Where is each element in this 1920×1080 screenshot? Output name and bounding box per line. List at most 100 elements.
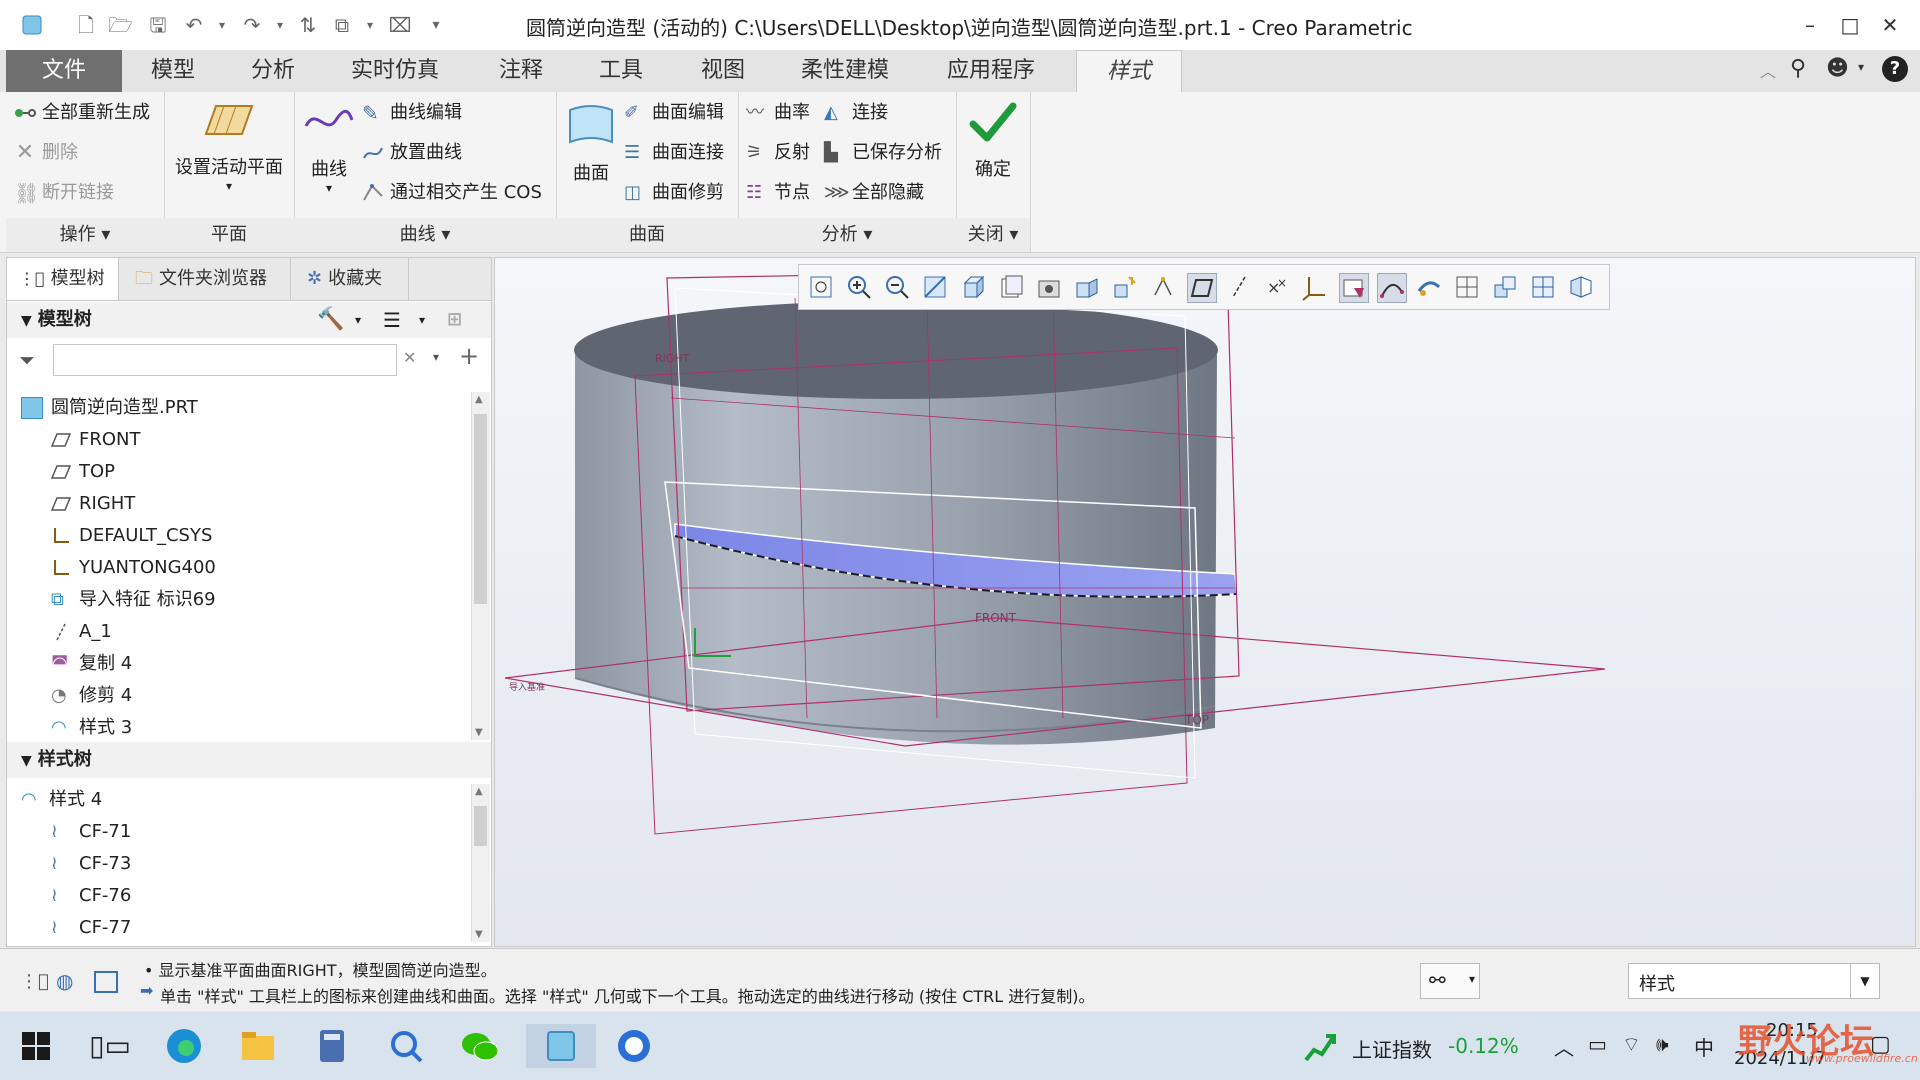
tree-item-yuantong[interactable]: YUANTONG400 [51,553,216,583]
tab-favorites[interactable]: ✲ 收藏夹 [293,258,409,300]
style-tree-scrollbar[interactable]: ▲ ▼ [471,784,490,942]
shade-display-icon[interactable] [1415,273,1443,301]
repaint-icon[interactable] [921,273,949,301]
tree-item-default-csys[interactable]: DEFAULT_CSYS [51,521,212,551]
navigator-toggle-icon[interactable]: ⋮⃞ [20,971,49,992]
zoom-in-icon[interactable] [845,273,873,301]
customize-toolbar-icon[interactable]: ▾ [424,13,448,37]
curve-display-icon[interactable] [1377,273,1407,303]
minimize-button[interactable]: – [1790,10,1830,40]
creo-taskbar-icon[interactable] [526,1024,596,1068]
task-view-icon[interactable]: ▯▭ [88,1024,132,1068]
tree-item-front[interactable]: FRONT [50,425,141,455]
curve-edit-button[interactable]: ✎ 曲线编辑 [362,98,462,128]
notification-icon[interactable]: ▢ [1870,1032,1891,1057]
graphics-window[interactable]: RIGHT FRONT TOP 导入基准 [494,257,1916,947]
undo-icon[interactable]: ↶ [182,13,206,37]
section-view-icon[interactable] [1567,273,1595,301]
stock-name[interactable]: 上证指数 [1352,1034,1432,1063]
csys-display-icon[interactable] [1301,273,1329,301]
view-manager-icon[interactable] [1035,273,1063,301]
datum-display-icon[interactable] [1149,273,1177,301]
help-icon[interactable]: ? [1882,56,1908,82]
new-file-icon[interactable]: 🗋 [74,13,98,37]
collapse-icon[interactable]: ▼ [21,753,32,769]
show-hidden-icons-icon[interactable]: ︿ [1554,1032,1574,1061]
tree-settings-dropdown-icon[interactable]: ▾ [355,302,361,338]
battery-icon[interactable]: ▭ [1588,1032,1607,1056]
wifi-icon[interactable]: ⌔ [1622,1032,1641,1057]
display-style-icon[interactable] [959,273,987,301]
maximize-button[interactable]: □ [1830,10,1870,40]
open-file-icon[interactable]: 🗁 [108,13,133,37]
tree-search-input[interactable] [53,344,397,376]
tree-item-cf77[interactable]: ≀ CF-77 [51,913,131,943]
surface-edit-button[interactable]: ✐ 曲面编辑 [624,98,724,128]
tab-annotate[interactable]: 注释 [478,50,564,92]
search-app-icon[interactable] [384,1024,428,1068]
tree-item-style4[interactable]: ◠ 样式 4 [21,785,102,815]
surface-connect-button[interactable]: ☰ 曲面连接 [624,138,724,168]
tree-item-top[interactable]: TOP [50,457,115,487]
connect-analysis-button[interactable]: ◭ 连接 [824,98,888,128]
community-icon[interactable]: ☻ [1826,56,1849,81]
model-tree-scrollbar[interactable]: ▲ ▼ [471,392,490,740]
tab-file[interactable]: 文件 [6,50,122,92]
perspective-icon[interactable] [1073,273,1101,301]
windows-dropdown-icon[interactable]: ▾ [358,13,382,37]
filter-icon[interactable]: ⏷ [19,348,35,372]
scroll-up-icon[interactable]: ▲ [475,394,483,405]
scroll-down-icon[interactable]: ▼ [475,929,483,940]
stock-change[interactable]: -0.12% [1448,1034,1519,1058]
fullscreen-icon[interactable] [94,971,118,993]
undo-dropdown-icon[interactable]: ▾ [210,13,234,37]
delete-button[interactable]: ✕ 删除 [14,138,78,168]
selection-filter-select[interactable]: 样式 ▼ [1628,963,1880,999]
zoom-out-icon[interactable] [883,273,911,301]
set-active-plane-button[interactable]: 设置活动平面 ▾ [164,100,294,193]
tree-settings-icon[interactable]: 🔨 [317,302,344,338]
group-label-close[interactable]: 关闭 ▾ [956,218,1030,252]
hide-all-button[interactable]: ⋙ 全部隐藏 [824,178,924,208]
tree-item-cf71[interactable]: ≀ CF-71 [51,817,131,847]
tree-filter-icon[interactable]: ⊞ [447,302,462,338]
clear-search-icon[interactable]: ✕ [403,348,416,367]
tree-columns-icon[interactable]: ☰ [383,302,401,338]
model-canvas[interactable]: RIGHT FRONT TOP 导入基准 [495,258,1915,946]
surface-trim-button[interactable]: ◫ 曲面修剪 [624,178,724,208]
ok-button[interactable]: 确定 [956,100,1030,181]
start-icon[interactable] [14,1024,58,1068]
style-plane-display-icon[interactable] [1339,273,1369,303]
tab-applications[interactable]: 应用程序 [930,50,1052,92]
find-button[interactable]: ⚯ ▾ [1420,963,1480,999]
break-link-button[interactable]: ⛓ 断开链接 [14,178,114,208]
tab-live-simulation[interactable]: 实时仿真 [340,50,450,92]
tab-flexible-modeling[interactable]: 柔性建模 [784,50,906,92]
axis-display-icon[interactable] [1225,273,1253,301]
plane-display-icon[interactable] [1187,273,1217,303]
tree-item-style3[interactable]: ◠ 样式 3 [51,713,132,743]
scroll-thumb[interactable] [474,806,487,846]
calculator-icon[interactable] [310,1024,354,1068]
scroll-thumb[interactable] [474,414,487,604]
redo-icon[interactable]: ↷ [240,13,264,37]
stock-chart-icon[interactable] [1304,1030,1338,1069]
collapse-ribbon-icon[interactable]: ︿ [1760,58,1776,82]
add-filter-icon[interactable]: + [459,342,479,370]
redo-dropdown-icon[interactable]: ▾ [268,13,292,37]
tab-tools[interactable]: 工具 [578,50,664,92]
browser-toggle-icon[interactable]: ◍ [56,969,73,993]
multi-view-icon[interactable] [1529,273,1557,301]
windows-icon[interactable]: ⧉ [330,13,354,37]
tab-model-tree[interactable]: ⋮⃞ 模型树 [7,258,119,300]
group-label-analysis[interactable]: 分析 ▾ [738,218,956,252]
nodes-button[interactable]: ☷ 节点 [746,178,810,208]
collapse-icon[interactable]: ▼ [21,313,32,329]
qq-browser-icon[interactable] [612,1024,656,1068]
place-curve-button[interactable]: 放置曲线 [362,138,462,168]
point-display-icon[interactable]: × × [1263,273,1291,301]
save-icon[interactable]: 🖫 [146,13,170,37]
regenerate-all-button[interactable]: 全部重新生成 [14,98,150,128]
tree-item-cf73[interactable]: ≀ CF-73 [51,849,131,879]
close-button[interactable]: ✕ [1870,10,1910,40]
